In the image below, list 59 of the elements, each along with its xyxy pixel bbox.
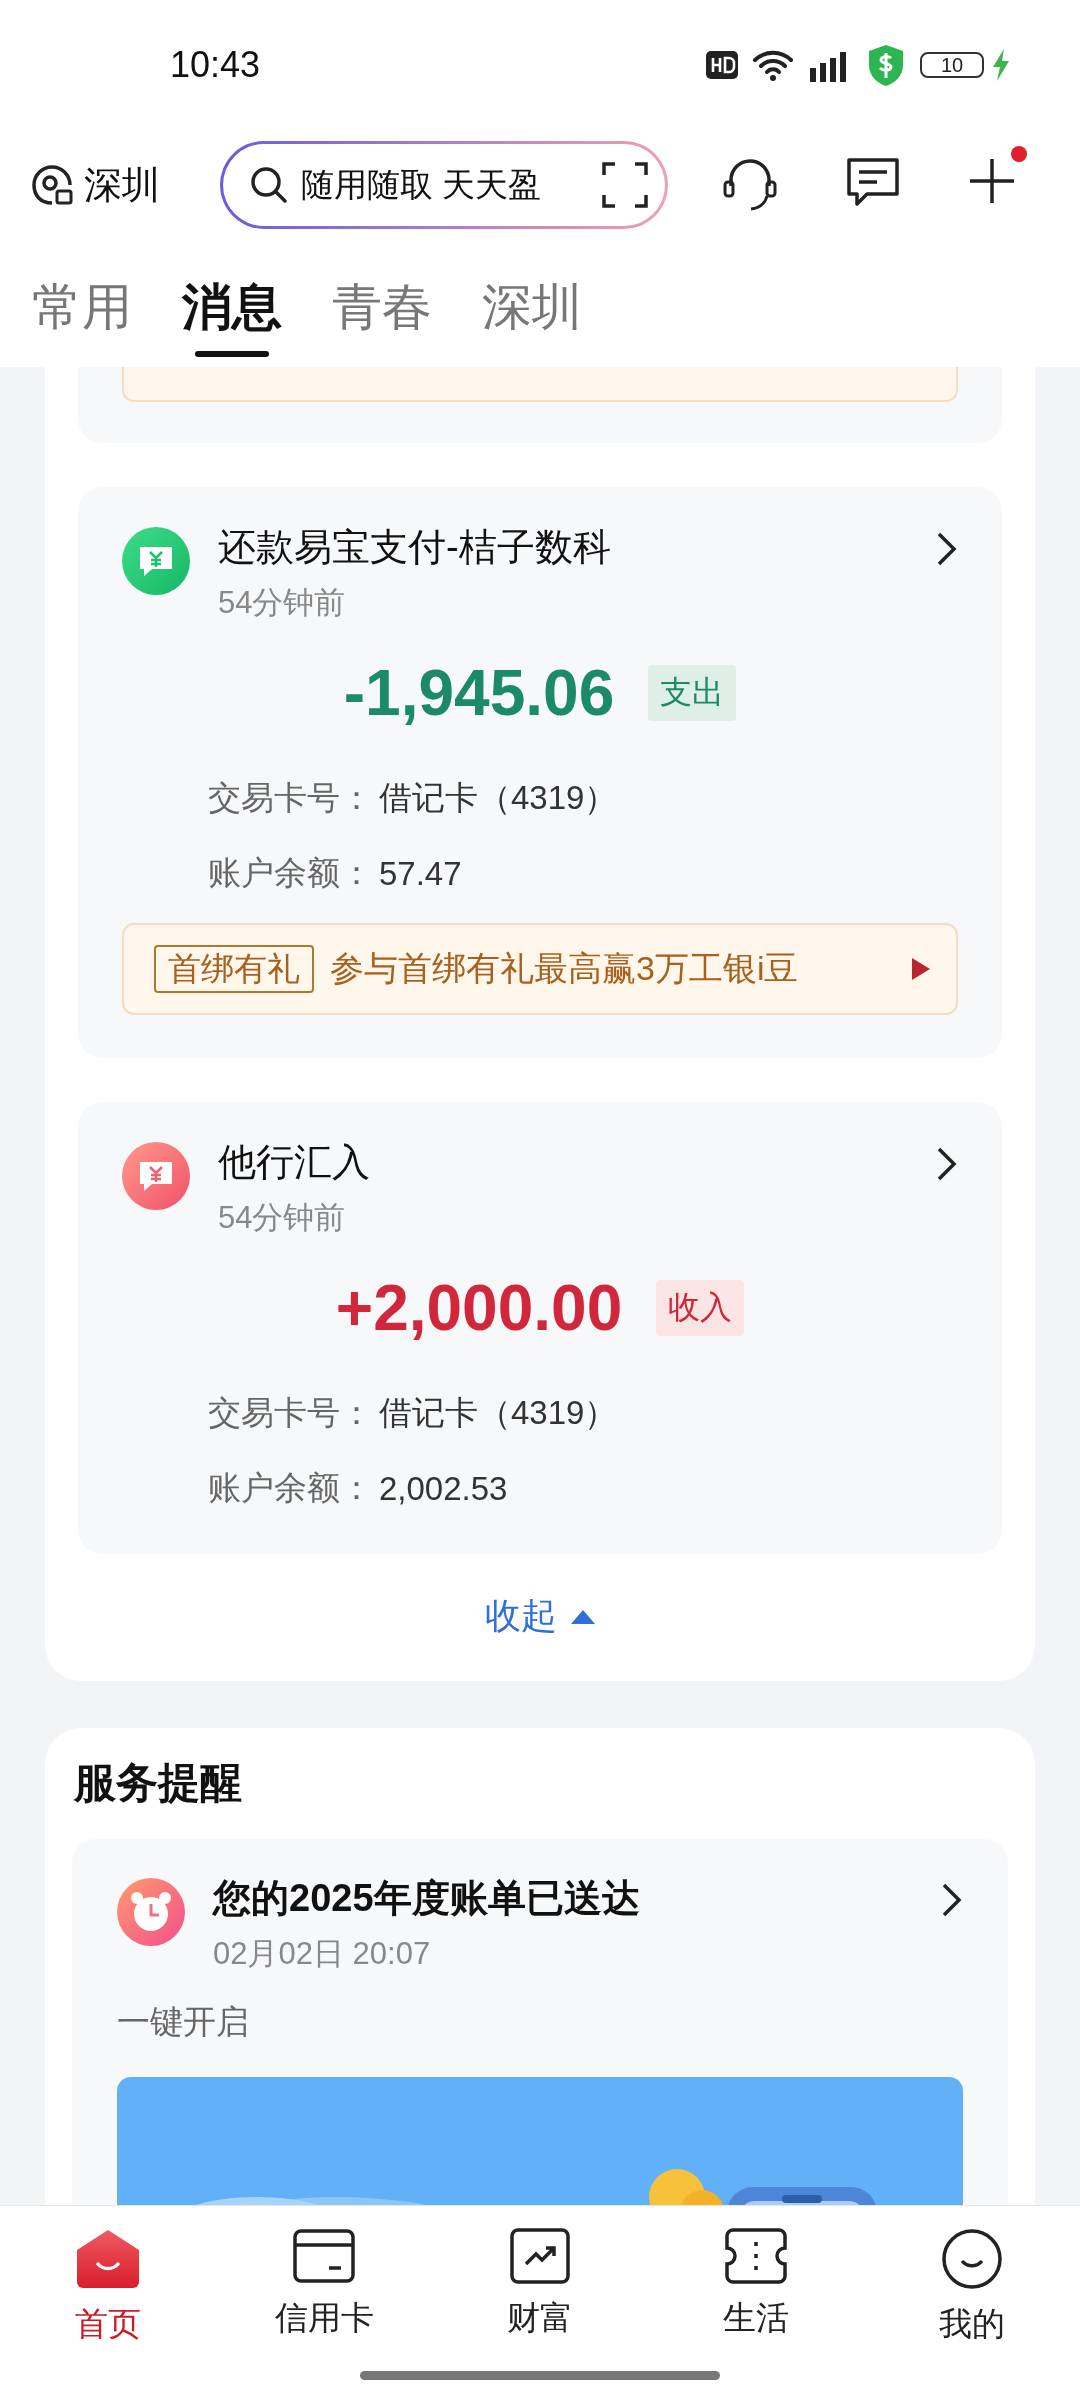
section-title: 服务提醒 bbox=[72, 1758, 243, 1808]
ticket-icon bbox=[725, 2228, 787, 2284]
field-label: 账户余额： bbox=[208, 1468, 373, 1508]
nav-item[interactable]: 首页 bbox=[0, 2228, 216, 2347]
message-title[interactable]: 还款易宝支付-桔子数科 bbox=[218, 523, 908, 571]
search-field[interactable]: 随用随取 天天盈 bbox=[301, 166, 589, 204]
tab[interactable]: 常用 bbox=[32, 240, 132, 357]
chevron-right-icon[interactable] bbox=[936, 1146, 958, 1182]
message-text: 一键开启 bbox=[117, 2002, 250, 2042]
field-label: 交易卡号： bbox=[208, 1393, 373, 1433]
clock: 10:43 bbox=[170, 44, 262, 86]
location-icon[interactable] bbox=[30, 163, 74, 207]
tab[interactable]: 青春 bbox=[332, 240, 432, 357]
caret-up-icon bbox=[571, 1609, 595, 1624]
field-value: 借记卡（4319） bbox=[379, 778, 618, 818]
hd-icon bbox=[706, 51, 738, 79]
message-icon[interactable] bbox=[845, 156, 901, 208]
amount: -1,945.06 bbox=[343, 656, 615, 731]
nav-item[interactable]: 我的 bbox=[864, 2228, 1080, 2347]
type-tag: 支出 bbox=[648, 665, 737, 721]
tab[interactable]: 消息 bbox=[182, 240, 282, 357]
wifi-icon bbox=[752, 48, 794, 82]
promo-badge: 首绑有礼 bbox=[154, 945, 314, 993]
type-tag: 收入 bbox=[656, 1280, 745, 1336]
chevron-right-icon[interactable] bbox=[941, 1882, 963, 1918]
collapse-button[interactable]: 收起 bbox=[475, 1582, 605, 1651]
alarm-clock-icon bbox=[117, 1878, 185, 1946]
chart-icon bbox=[510, 2228, 570, 2284]
nav-item[interactable]: 信用卡 bbox=[216, 2228, 432, 2347]
play-icon bbox=[912, 958, 930, 980]
field-value: 借记卡（4319） bbox=[379, 1393, 618, 1433]
scan-icon[interactable] bbox=[601, 161, 649, 209]
city-label[interactable]: 深圳 bbox=[84, 159, 160, 211]
battery-level: 10 bbox=[920, 52, 984, 78]
field-label: 账户余额： bbox=[208, 853, 373, 893]
message-time: 54分钟前 bbox=[218, 1199, 347, 1237]
field-value: 57.47 bbox=[379, 854, 462, 893]
charging-icon bbox=[992, 49, 1010, 81]
amount: +2,000.00 bbox=[335, 1271, 623, 1346]
tab[interactable]: 深圳 bbox=[482, 240, 582, 357]
nav-item[interactable]: 财富 bbox=[432, 2228, 648, 2347]
plus-icon[interactable] bbox=[967, 156, 1017, 206]
message-title[interactable]: 您的2025年度账单已送达 bbox=[213, 1874, 913, 1922]
home-icon bbox=[75, 2228, 141, 2290]
card-icon bbox=[293, 2228, 355, 2284]
smiley-icon bbox=[941, 2228, 1003, 2290]
chat-money-icon bbox=[122, 1142, 190, 1210]
search-icon bbox=[249, 165, 289, 205]
message-time: 02月02日 20:07 bbox=[213, 1935, 432, 1973]
promo-text: 参与首绑有礼最高赢3万工银i豆 bbox=[330, 948, 800, 989]
field-label: 交易卡号： bbox=[208, 778, 373, 818]
chat-money-icon bbox=[122, 527, 190, 595]
message-time: 54分钟前 bbox=[218, 584, 347, 622]
chevron-right-icon[interactable] bbox=[936, 531, 958, 567]
message-title[interactable]: 他行汇入 bbox=[218, 1138, 908, 1186]
nav-item[interactable]: 生活 bbox=[648, 2228, 864, 2347]
shield-icon bbox=[866, 43, 906, 87]
promo-banner[interactable]: 首绑有礼 参与首绑有礼最高赢3万工银i豆 bbox=[122, 923, 958, 1015]
field-value: 2,002.53 bbox=[379, 1469, 508, 1508]
